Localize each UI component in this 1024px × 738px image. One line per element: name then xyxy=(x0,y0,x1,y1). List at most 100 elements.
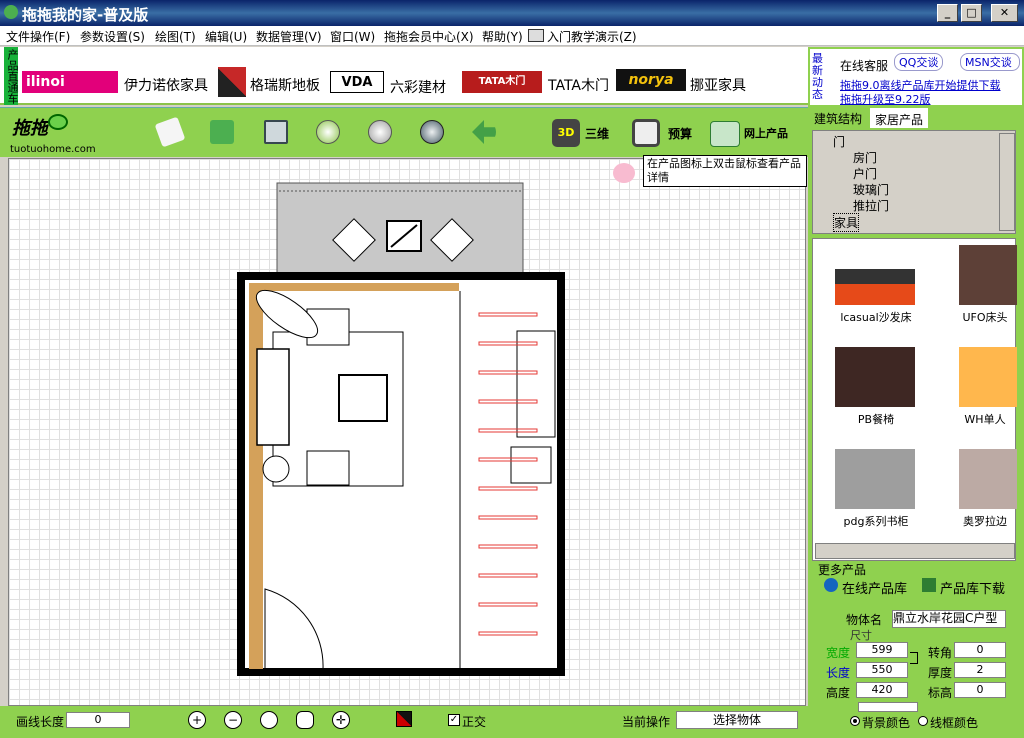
product-caption-1[interactable]: lcasual沙发床 xyxy=(831,309,921,325)
drawing-canvas[interactable]: 在产品图标上双击鼠标查看产品详情 xyxy=(8,155,807,707)
floor-strip-top xyxy=(249,283,459,291)
brand-liucai[interactable]: 六彩建材 xyxy=(390,77,446,97)
object-name-field[interactable]: 鼎立水岸花园C户型 xyxy=(892,610,1006,628)
elevation-field[interactable]: 0 xyxy=(954,682,1006,698)
gerisi-logo[interactable] xyxy=(218,67,246,97)
close-button[interactable]: ✕ xyxy=(991,4,1018,22)
rotation-field[interactable]: 0 xyxy=(954,642,1006,658)
product-thumb-chair[interactable] xyxy=(835,347,915,407)
fit-view-icon[interactable] xyxy=(260,711,278,729)
online-products-button[interactable]: 网上产品 xyxy=(710,117,806,149)
window-title: 拖拖我的家-普及版 xyxy=(22,6,149,24)
help-tooltip: 在产品图标上双击鼠标查看产品详情 xyxy=(643,155,807,187)
tuotuo-logo-icon: 拖拖 xyxy=(12,114,102,142)
3d-view-button[interactable]: 3D 三维 xyxy=(552,117,614,149)
norya-logo[interactable]: norya xyxy=(616,69,686,91)
menu-settings[interactable]: 参数设置(S) xyxy=(80,28,145,45)
helper-pet-icon[interactable] xyxy=(613,163,635,183)
brand-gerisi[interactable]: 格瑞斯地板 xyxy=(250,75,320,95)
coffee-table xyxy=(338,374,388,422)
pan-hand-icon[interactable] xyxy=(296,711,314,729)
line-length-field[interactable]: 0 xyxy=(66,712,130,728)
online-service-label: 在线客服 xyxy=(840,59,889,73)
news-link-2[interactable]: 拖拖升级至9.22版 xyxy=(840,91,931,107)
color-picker-icon[interactable] xyxy=(396,711,412,727)
budget-button[interactable]: 预算 xyxy=(632,117,698,149)
tree-node-furniture[interactable]: 家具 xyxy=(833,213,860,232)
elevation-label: 标高 xyxy=(928,686,953,700)
lock-ratio-icon[interactable] xyxy=(910,652,918,664)
size-label: 尺寸 xyxy=(850,629,872,642)
product-thumb-panel[interactable] xyxy=(959,449,1017,509)
minimize-button[interactable]: _ xyxy=(937,4,958,22)
thickness-field[interactable]: 2 xyxy=(954,662,1006,678)
length-field[interactable]: 550 xyxy=(856,662,908,678)
floor-plan[interactable] xyxy=(9,159,807,707)
online-library-link[interactable]: 在线产品库 xyxy=(842,578,907,597)
tree-item-room-door[interactable]: 房门 xyxy=(853,149,877,166)
qq-chat-link[interactable]: QQ交谈 xyxy=(894,53,944,71)
zoom-in-icon[interactable]: + xyxy=(188,711,206,729)
more-products-label: 更多产品 xyxy=(818,563,867,577)
product-express-tab[interactable]: 产品直通车 xyxy=(4,47,19,105)
product-thumb-sofa-bed[interactable] xyxy=(835,245,915,305)
close-circle-icon[interactable] xyxy=(420,120,444,144)
brand-ilinoi[interactable]: 伊力诺依家具 xyxy=(124,75,208,95)
liucai-logo[interactable]: VDA xyxy=(330,71,384,93)
product-caption-2[interactable]: UFO床头 xyxy=(953,309,1017,325)
eraser-icon[interactable] xyxy=(154,116,186,148)
menu-edit[interactable]: 编辑(U) xyxy=(205,28,247,45)
product-caption-3[interactable]: PB餐椅 xyxy=(831,411,921,427)
ilinoi-logo[interactable]: ilinoi xyxy=(22,71,118,93)
line-color-radio[interactable] xyxy=(918,716,928,726)
book-icon[interactable] xyxy=(210,120,234,144)
tree-item-sliding-door[interactable]: 推拉门 xyxy=(853,197,889,214)
brand-norya[interactable]: 挪亚家具 xyxy=(690,75,746,95)
maximize-button[interactable]: □ xyxy=(961,4,982,22)
ortho-label: 正交 xyxy=(462,715,487,729)
menu-tutorial[interactable]: 入门教学演示(Z) xyxy=(547,28,637,45)
tab-structure[interactable]: 建筑结构 xyxy=(810,108,867,128)
tata-logo[interactable]: TATA木门 xyxy=(462,71,542,93)
undo-icon[interactable] xyxy=(472,120,496,144)
thickness-label: 厚度 xyxy=(928,666,953,680)
library-download-link[interactable]: 产品库下载 xyxy=(940,578,1005,597)
menu-draw[interactable]: 绘图(T) xyxy=(155,28,196,45)
product-caption-5[interactable]: pdg系列书柜 xyxy=(831,513,921,529)
product-thumb-bookcase[interactable] xyxy=(835,449,915,509)
ortho-checkbox[interactable]: ✓ xyxy=(448,714,460,726)
save-icon[interactable] xyxy=(264,120,288,144)
tree-item-glass-door[interactable]: 玻璃门 xyxy=(853,181,889,198)
news-tag: 最新动态 xyxy=(812,52,823,101)
menu-data[interactable]: 数据管理(V) xyxy=(256,28,322,45)
recycle-icon xyxy=(710,121,740,147)
line-length-label: 画线长度 xyxy=(16,715,65,729)
width-label: 宽度 xyxy=(826,646,851,660)
product-thumb-ufo[interactable] xyxy=(959,245,1017,305)
brand-tata[interactable]: TATA木门 xyxy=(548,75,609,95)
tree-item-entry-door[interactable]: 户门 xyxy=(853,165,877,182)
title-bar: 拖拖我的家-普及版 _ □ ✕ xyxy=(0,0,1024,26)
sofa xyxy=(256,348,290,446)
height-field[interactable]: 420 xyxy=(856,682,908,698)
zoom-out-icon[interactable]: − xyxy=(224,711,242,729)
tree-scrollbar[interactable] xyxy=(999,133,1015,231)
tree-node-doors[interactable]: 门 xyxy=(833,133,845,150)
width-field[interactable]: 599 xyxy=(856,642,908,658)
menu-help[interactable]: 帮助(Y) xyxy=(482,28,523,45)
bg-color-radio[interactable] xyxy=(850,716,860,726)
help-icon[interactable] xyxy=(316,120,340,144)
product-caption-6[interactable]: 奥罗拉边 xyxy=(953,513,1017,529)
gallery-scrollbar[interactable] xyxy=(815,543,1015,559)
msn-chat-link[interactable]: MSN交谈 xyxy=(960,53,1020,71)
refresh-icon[interactable] xyxy=(368,120,392,144)
product-caption-4[interactable]: WH单人 xyxy=(953,411,1017,427)
menu-file[interactable]: 文件操作(F) xyxy=(6,28,70,45)
menu-member[interactable]: 拖拖会员中心(X) xyxy=(384,28,474,45)
tab-home-products[interactable]: 家居产品 xyxy=(870,108,929,128)
current-op-label: 当前操作 xyxy=(622,715,671,729)
move-icon[interactable]: ✛ xyxy=(332,711,350,729)
color-swatch[interactable] xyxy=(858,702,918,712)
menu-window[interactable]: 窗口(W) xyxy=(330,28,375,45)
product-thumb-bed[interactable] xyxy=(959,347,1017,407)
